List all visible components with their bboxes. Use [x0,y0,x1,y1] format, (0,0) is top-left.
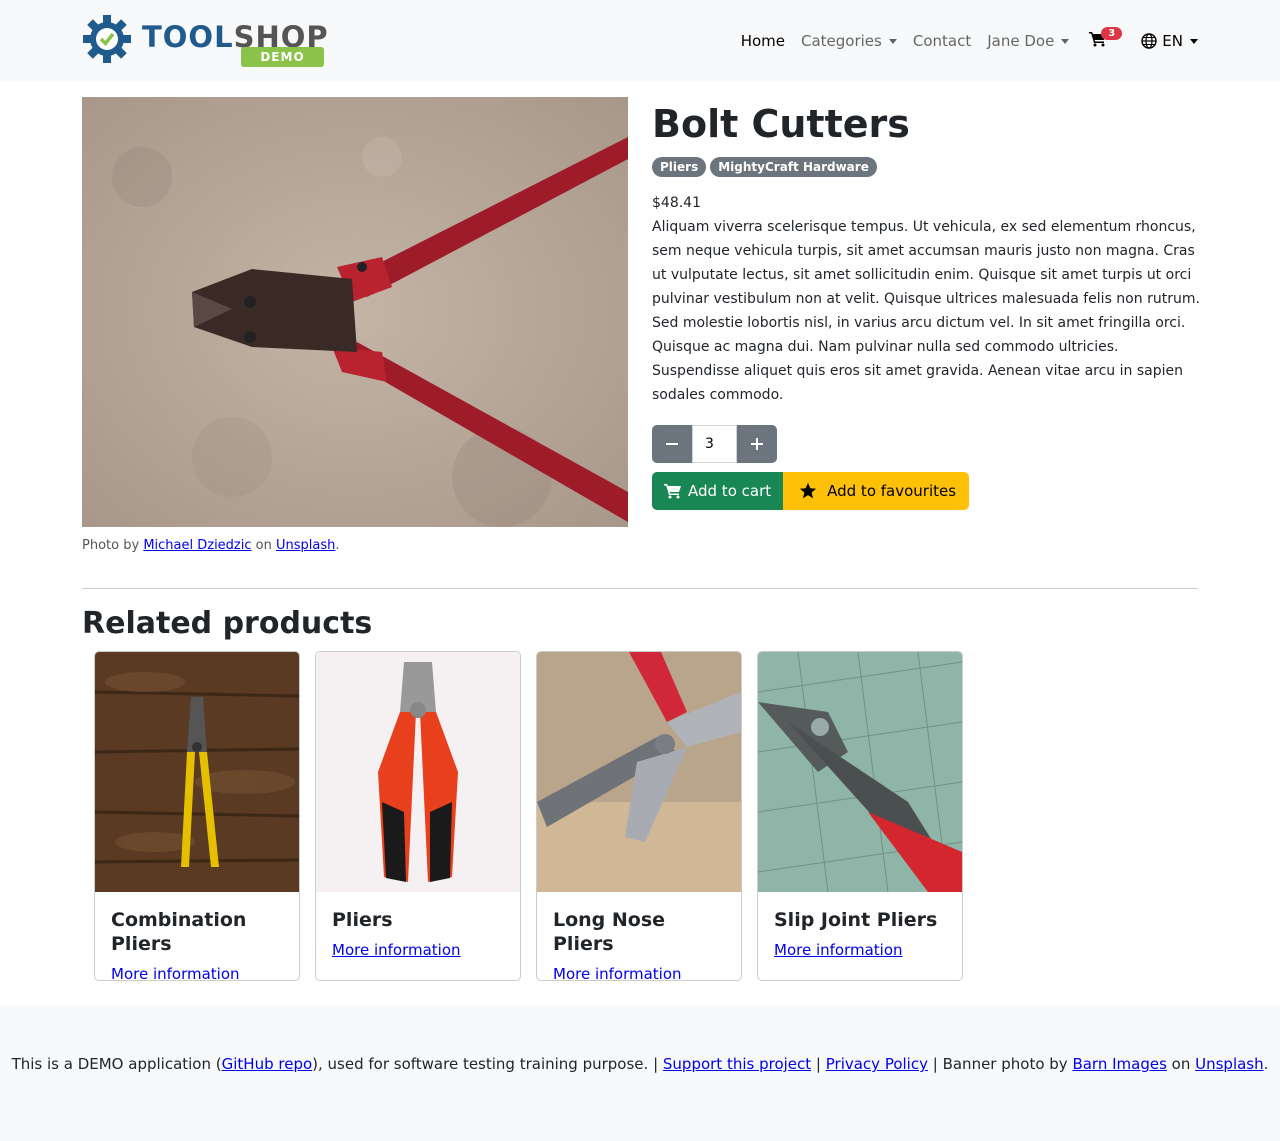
product-actions: Add to cart Add to favourites [652,472,1198,510]
product-card-title: Pliers [332,909,393,931]
navbar: TOOLSHOP DEMO Home Categories Contact Ja… [0,0,1280,81]
footer-text-part: | Banner photo by [927,1055,1073,1073]
decrease-quantity-button[interactable] [652,425,692,463]
product-card-body: Combination Pliers More information [95,892,299,980]
caret-down-icon [888,38,897,44]
footer-text-part: This is a DEMO application ( [11,1055,222,1073]
language-label: EN [1162,32,1183,50]
nav-categories-label: Categories [801,32,882,50]
nav-contact[interactable]: Contact [913,32,971,50]
product-card[interactable]: Pliers More information [315,651,521,981]
quantity-stepper [652,425,1198,463]
more-information-link[interactable]: More information [774,941,946,959]
category-badge: Pliers [652,157,707,177]
footer: This is a DEMO application (GitHub repo)… [0,1005,1280,1141]
nav-cart[interactable]: 3 [1089,27,1123,51]
product-description: Aliquam viverra scelerisque tempus. Ut v… [652,219,1200,403]
add-to-cart-button[interactable]: Add to cart [652,472,784,510]
minus-icon [666,443,678,445]
more-information-link[interactable]: More information [332,941,504,959]
product-details: Bolt Cutters Pliers MightyCraft Hardware… [652,97,1200,510]
product-price: $48.41 [652,195,701,211]
footer-text-part: ), used for software testing training pu… [312,1055,663,1073]
product-card-image [316,652,520,892]
nav-user-label: Jane Doe [987,32,1055,50]
brand-badge: MightyCraft Hardware [710,157,877,177]
add-to-favourites-label: Add to favourites [827,482,957,500]
gear-check-icon [83,15,131,63]
nav-categories[interactable]: Categories [801,32,897,50]
photo-credit-prefix: Photo by [82,538,140,553]
logo[interactable]: TOOLSHOP DEMO [82,12,332,70]
product-card-image [95,652,299,892]
cart-count-badge: 3 [1101,27,1123,40]
divider [82,588,1198,589]
caret-down-icon [1190,38,1198,44]
logo-demo-badge: DEMO [241,47,324,67]
caret-down-icon [1061,38,1070,44]
privacy-policy-link[interactable]: Privacy Policy [826,1055,928,1073]
product-title: Bolt Cutters [652,102,910,146]
quantity-input[interactable] [692,425,737,463]
photo-credit-suffix: . [335,538,340,553]
product-card-image [537,652,741,892]
product-card[interactable]: Slip Joint Pliers More information [757,651,963,981]
star-icon [800,482,817,499]
nav-user-menu[interactable]: Jane Doe [987,32,1070,50]
unsplash-link[interactable]: Unsplash [1195,1055,1264,1073]
product-card-body: Pliers More information [316,892,520,975]
more-information-link[interactable]: More information [111,965,283,980]
footer-text-part: on [1166,1055,1196,1073]
product-card-image [758,652,962,892]
cart-icon [664,484,681,499]
photo-credit: Photo by Michael Dziedzic on Unsplash. [82,538,340,553]
nav-links: Home Categories Contact Jane Doe 3 EN [725,27,1198,54]
product-image [82,97,628,527]
product-card-body: Slip Joint Pliers More information [758,892,962,975]
footer-text-part: . [1263,1055,1269,1073]
photo-credit-on: on [255,538,272,553]
footer-separator: | [811,1055,826,1073]
footer-text: This is a DEMO application (GitHub repo)… [0,1055,1280,1073]
product-card-title: Combination Pliers [111,909,247,955]
product-badges: Pliers MightyCraft Hardware [652,157,1198,177]
more-information-link[interactable]: More information [553,965,725,980]
related-products-list: Combination Pliers More information Plie… [94,651,963,981]
product-card-title: Long Nose Pliers [553,909,666,955]
product-card-title: Slip Joint Pliers [774,909,938,931]
nav-home[interactable]: Home [741,32,785,50]
related-products-title: Related products [82,606,373,641]
add-to-favourites-button[interactable]: Add to favourites [783,472,970,510]
product-card-body: Long Nose Pliers More information [537,892,741,980]
add-to-cart-label: Add to cart [688,482,772,500]
language-select[interactable]: EN [1141,32,1198,50]
product-card[interactable]: Combination Pliers More information [94,651,300,981]
support-project-link[interactable]: Support this project [663,1055,811,1073]
increase-quantity-button[interactable] [737,425,777,463]
product-card[interactable]: Long Nose Pliers More information [536,651,742,981]
globe-icon [1141,33,1157,49]
photo-author-link[interactable]: Michael Dziedzic [143,538,251,553]
plus-icon [751,438,763,450]
github-repo-link[interactable]: GitHub repo [222,1055,313,1073]
photo-source-link[interactable]: Unsplash [276,538,335,553]
barn-images-link[interactable]: Barn Images [1072,1055,1166,1073]
